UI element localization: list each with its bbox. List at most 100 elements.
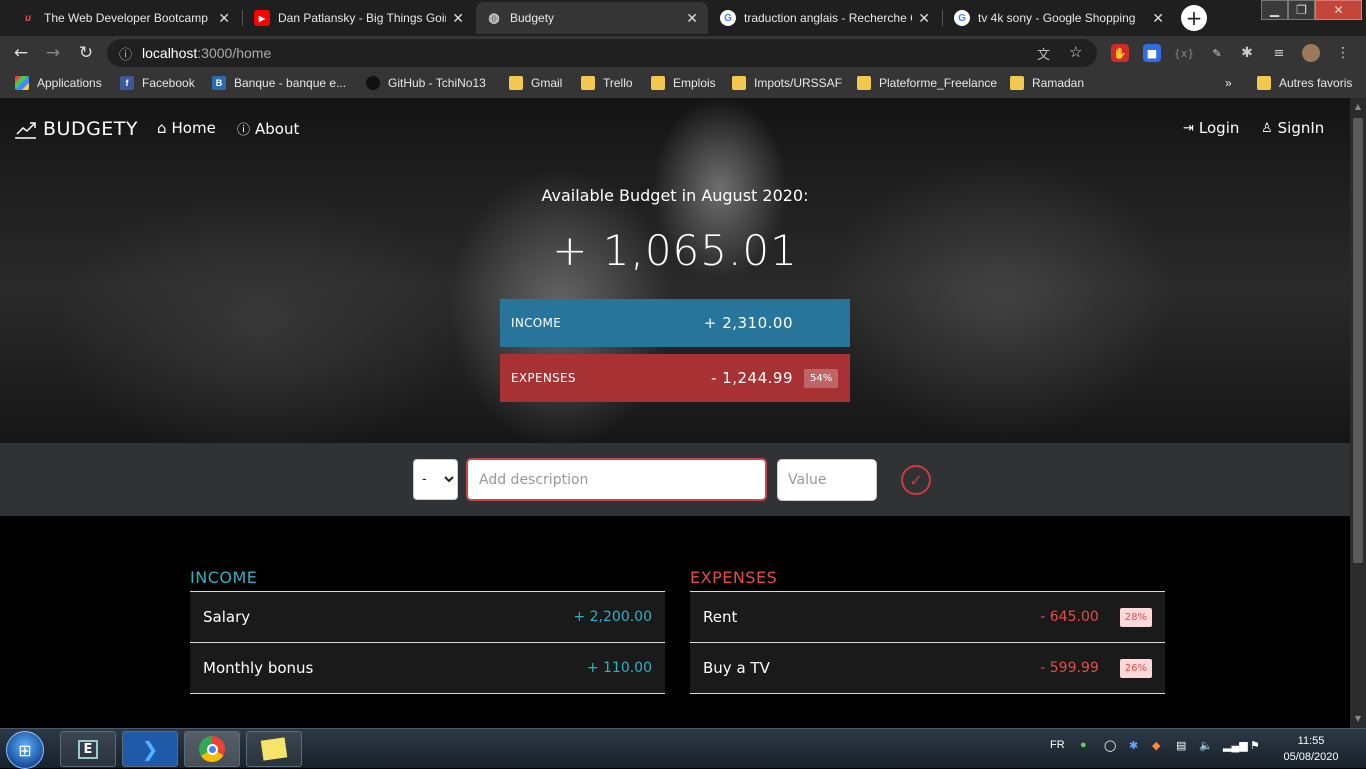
close-icon[interactable]: ✕ (1152, 10, 1164, 27)
address-host: localhost (142, 45, 198, 61)
bookmark-github[interactable]: GitHub - TchiNo13 (366, 76, 486, 90)
device-icon[interactable]: ▤ (1176, 739, 1186, 752)
taskbar-sticky-notes[interactable] (246, 731, 302, 767)
address-bar[interactable]: ⓘ localhost:3000/home 文 ☆ (107, 39, 1097, 67)
eyedropper-icon[interactable]: ✎ (1208, 44, 1226, 62)
globe-icon: ◍ (488, 10, 500, 25)
translate-icon[interactable]: 文 (1037, 44, 1050, 63)
close-icon[interactable]: ✕ (918, 10, 930, 27)
tab-google-shopping[interactable]: G tv 4k sony - Google Shopping ✕ (944, 2, 1174, 34)
language-indicator[interactable]: FR (1050, 739, 1065, 751)
item-description: Buy a TV (703, 659, 770, 677)
nav-about-label: About (255, 119, 300, 138)
bookmark-facebook[interactable]: f Facebook (120, 76, 195, 90)
tab-udemy[interactable]: u The Web Developer Bootcamp | ✕ (10, 2, 240, 34)
description-input[interactable] (466, 458, 767, 501)
nav-signin-label: SignIn (1277, 119, 1325, 137)
nav-home-link[interactable]: ⌂ Home (157, 119, 216, 137)
bookmarks-overflow-button[interactable]: » (1225, 76, 1232, 90)
page-scrollbar[interactable]: ▲ ▼ (1350, 98, 1366, 728)
bookmark-autres-favoris[interactable]: Autres favoris (1257, 76, 1352, 90)
budget-expenses-percentage: 54% (804, 368, 839, 388)
google-icon: G (954, 10, 970, 26)
new-tab-button[interactable]: + (1181, 5, 1207, 31)
windows-start-button[interactable]: ⊞ (6, 731, 44, 769)
bookmark-applications[interactable]: Applications (15, 76, 102, 90)
brand-logo[interactable]: BUDGETY (15, 118, 138, 140)
clock-time: 11:55 (1297, 735, 1325, 747)
bookmark-trello[interactable]: Trello (581, 76, 633, 90)
tab-separator (242, 10, 243, 26)
close-icon[interactable]: ✕ (452, 10, 464, 27)
utorrent-icon[interactable]: ● (1080, 739, 1087, 751)
taskbar-chrome[interactable] (184, 731, 240, 767)
add-item-button[interactable]: ✓ (901, 465, 931, 495)
scrollbar-thumb[interactable] (1353, 118, 1363, 563)
bluetooth-icon[interactable]: ✱ (1129, 739, 1138, 752)
media-queue-icon[interactable]: ≡ (1270, 44, 1288, 62)
scroll-up-icon[interactable]: ▲ (1353, 102, 1363, 112)
hero-section: BUDGETY ⌂ Home ⓘ About ⇥ Login ♙ SignIn … (0, 98, 1350, 443)
close-icon[interactable]: ✕ (218, 10, 230, 27)
info-icon[interactable]: ⓘ (119, 44, 132, 63)
json-icon[interactable]: {x} (1174, 44, 1195, 62)
bookmark-emplois[interactable]: Emplois (651, 76, 716, 90)
list-item[interactable]: Buy a TV - 599.99 26% (690, 643, 1165, 694)
forward-icon[interactable]: → (42, 42, 64, 64)
nav-about-link[interactable]: ⓘ About (237, 119, 300, 139)
puzzle-icon[interactable]: ✱ (1238, 44, 1256, 62)
bookmark-label: Facebook (142, 76, 195, 90)
avatar[interactable] (1302, 44, 1320, 62)
tray-security-icon[interactable]: ◆ (1152, 739, 1160, 752)
nav-login-link[interactable]: ⇥ Login (1183, 119, 1239, 137)
maximize-button[interactable]: ❐ (1288, 0, 1315, 20)
item-percentage: 26% (1119, 658, 1152, 678)
adblock-icon[interactable]: ✋ (1111, 44, 1129, 62)
add-item-bar: - ✓ (0, 443, 1350, 516)
close-icon[interactable]: ✕ (686, 10, 698, 27)
bookmark-ramadan[interactable]: Ramadan (1010, 76, 1084, 90)
user-icon: ♙ (1261, 120, 1273, 136)
folder-icon (581, 76, 595, 90)
apps-grid-icon (15, 76, 29, 90)
tab-google-translate[interactable]: G traduction anglais - Recherche G ✕ (710, 2, 940, 34)
budget-income-value: + 2,310.00 (703, 314, 793, 332)
udemy-icon: u (24, 12, 32, 24)
item-description: Rent (703, 608, 738, 626)
list-item[interactable]: Salary + 2,200.00 (190, 592, 665, 643)
budget-title: Available Budget in August 2020: (541, 186, 809, 205)
nav-signin-link[interactable]: ♙ SignIn (1261, 119, 1324, 137)
tab-youtube[interactable]: ▶ Dan Patlansky - Big Things Goin ✕ (244, 2, 474, 34)
folder-icon (857, 76, 871, 90)
tray-app-icon[interactable]: ◯ (1104, 739, 1116, 752)
minimize-button[interactable]: ▁ (1261, 0, 1288, 20)
taskbar-app-e[interactable]: E (60, 731, 116, 767)
tab-title: Dan Patlansky - Big Things Goin (278, 11, 447, 25)
network-icon[interactable]: ▂▄▆ (1223, 739, 1248, 752)
scroll-down-icon[interactable]: ▼ (1353, 714, 1363, 724)
bookmark-plateforme-freelance[interactable]: Plateforme_Freelance (857, 76, 997, 90)
back-icon[interactable]: ← (10, 42, 32, 64)
tab-budgety[interactable]: ◍ Budgety ✕ (476, 2, 708, 34)
list-item[interactable]: Monthly bonus + 110.00 (190, 643, 665, 694)
budget-expenses-value: - 1,244.99 (711, 369, 793, 387)
bookmark-banque[interactable]: B Banque - banque e... (212, 76, 346, 90)
item-value: - 599.99 (1040, 660, 1099, 676)
taskbar-clock[interactable]: 11:55 05/08/2020 (1276, 733, 1346, 765)
bookmark-impots[interactable]: Impots/URSSAF (732, 76, 842, 90)
value-input[interactable] (777, 459, 877, 501)
tab-title: The Web Developer Bootcamp | (44, 11, 213, 25)
star-icon[interactable]: ☆ (1069, 43, 1082, 61)
volume-icon[interactable]: 🔈 (1199, 739, 1213, 752)
budget-expenses-label: EXPENSES (511, 371, 576, 385)
list-item[interactable]: Rent - 645.00 28% (690, 592, 1165, 643)
extension-blue-icon[interactable]: ■ (1143, 44, 1161, 62)
reload-icon[interactable]: ↻ (75, 42, 97, 64)
folder-icon (509, 76, 523, 90)
type-select[interactable]: - (413, 459, 458, 500)
bookmark-gmail[interactable]: Gmail (509, 76, 562, 90)
action-center-flag-icon[interactable]: ⚑ (1250, 739, 1260, 752)
menu-icon[interactable]: ⋮ (1334, 44, 1352, 62)
taskbar-vscode[interactable]: ❯ (122, 731, 178, 767)
close-window-button[interactable]: ✕ (1315, 0, 1362, 20)
